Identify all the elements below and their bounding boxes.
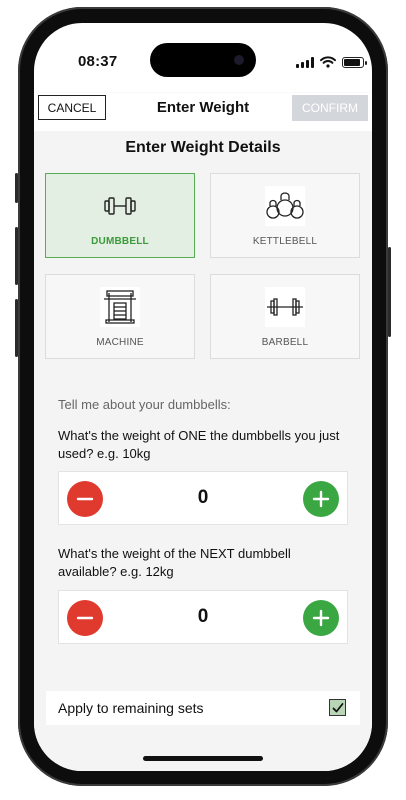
volume-down-button [15, 299, 18, 357]
battery-icon [342, 56, 367, 68]
front-camera [234, 55, 244, 65]
wifi-icon [320, 56, 336, 68]
plus-icon [312, 490, 330, 508]
increment-button[interactable] [303, 600, 339, 636]
apply-remaining-label: Apply to remaining sets [58, 700, 204, 716]
plus-icon [312, 609, 330, 627]
increment-button[interactable] [303, 481, 339, 517]
cellular-signal-icon [296, 56, 314, 68]
current-weight-stepper: 0 [58, 471, 348, 525]
main-content: Enter Weight Details DUMBBELL KETTLEBELL… [34, 131, 372, 771]
power-button [388, 247, 391, 337]
app-screen: 08:37 CANCEL Enter Weight CONFIRM Enter … [34, 23, 372, 771]
equipment-label: MACHINE [96, 337, 144, 348]
apply-remaining-row[interactable]: Apply to remaining sets [46, 691, 360, 725]
equipment-card-machine[interactable]: MACHINE [45, 274, 195, 359]
equipment-label: KETTLEBELL [252, 236, 318, 247]
equipment-label: DUMBBELL [91, 236, 149, 247]
status-icons [296, 55, 367, 69]
equipment-card-barbell[interactable]: BARBELL [210, 274, 360, 359]
section-title: Enter Weight Details [125, 139, 281, 156]
home-indicator [143, 756, 263, 761]
status-time: 08:37 [78, 53, 118, 70]
next-weight-stepper: 0 [58, 590, 348, 644]
navigation-bar: CANCEL Enter Weight CONFIRM [34, 93, 372, 132]
checkmark-icon [332, 702, 343, 712]
dynamic-island [150, 43, 256, 77]
dumbbell-prompt: Tell me about your dumbbells: [58, 397, 231, 412]
silent-switch [15, 173, 18, 203]
confirm-button[interactable]: CONFIRM [292, 95, 368, 121]
volume-up-button [15, 227, 18, 285]
question-next-weight: What's the weight of the NEXT dumbbell a… [58, 546, 291, 579]
kettlebell-icon [265, 186, 305, 226]
equipment-card-kettlebell[interactable]: KETTLEBELL [210, 173, 360, 258]
barbell-icon [265, 287, 305, 327]
status-bar: 08:37 [34, 23, 372, 93]
equipment-label: BARBELL [261, 337, 309, 348]
machine-icon [100, 287, 140, 327]
dumbbell-icon [100, 186, 140, 226]
question-current-weight: What's the weight of ONE the dumbbells y… [58, 428, 340, 461]
apply-remaining-checkbox[interactable] [329, 699, 346, 716]
equipment-card-dumbbell[interactable]: DUMBBELL [45, 173, 195, 258]
